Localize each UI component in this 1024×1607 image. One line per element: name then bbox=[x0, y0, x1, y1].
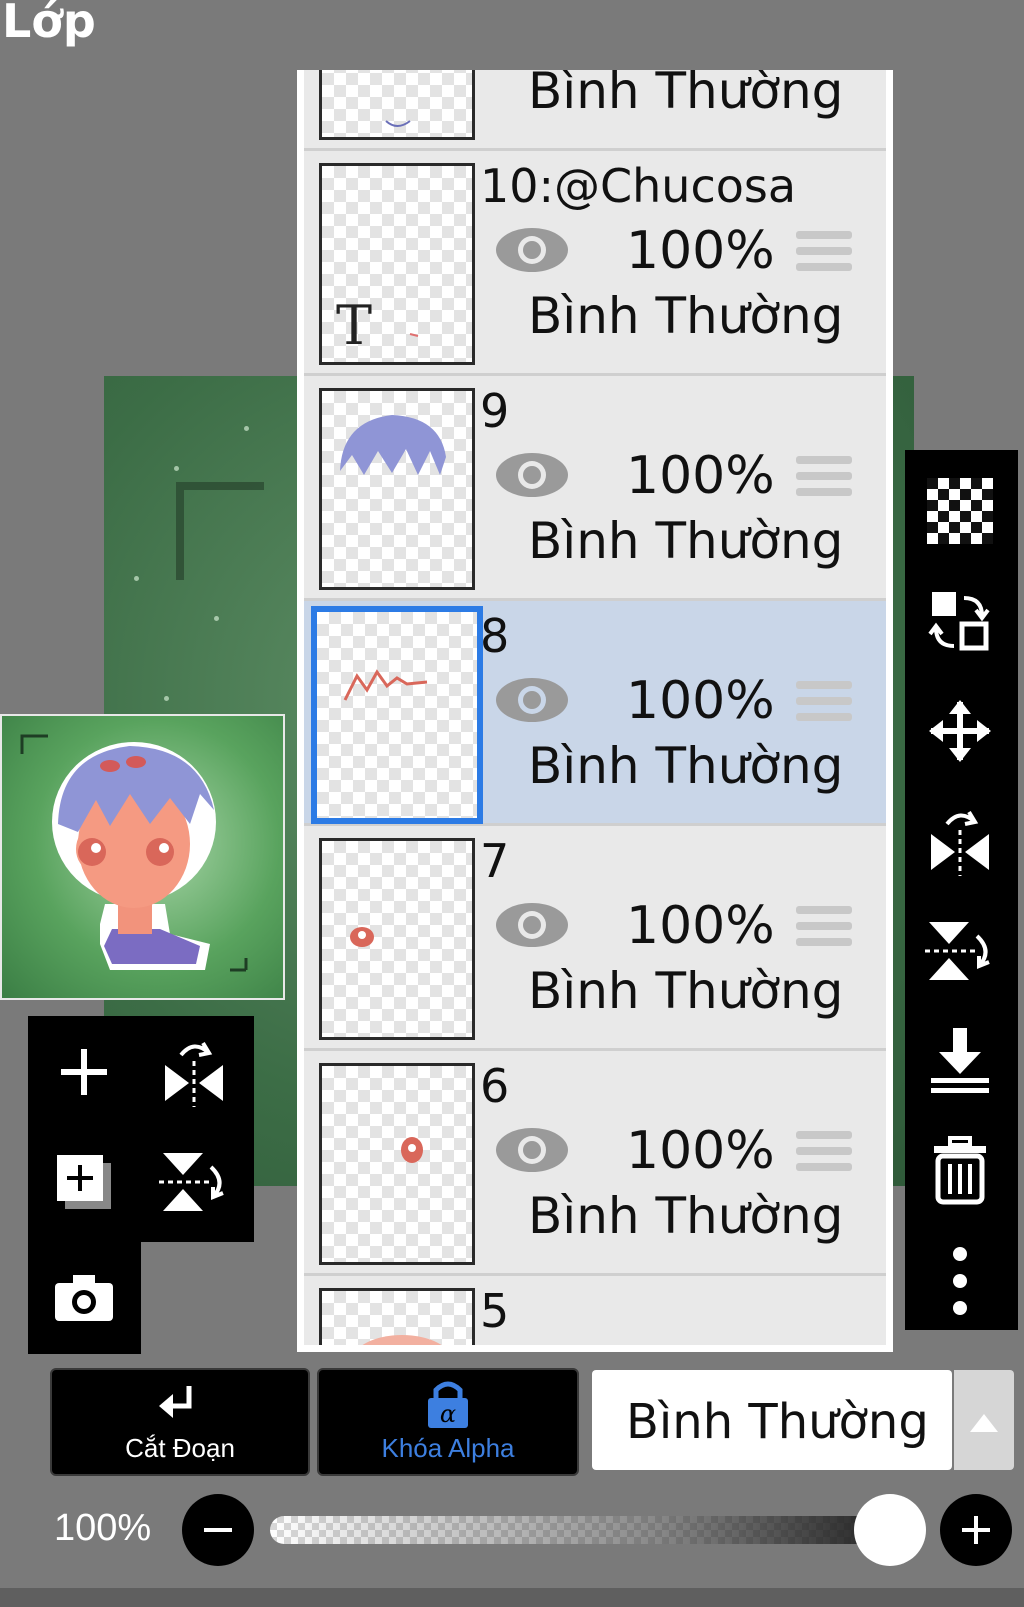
opacity-decrease-button[interactable] bbox=[182, 1494, 254, 1566]
merge-down-icon[interactable] bbox=[923, 1024, 997, 1098]
transparency-icon[interactable] bbox=[923, 474, 997, 548]
layers-panel: Bình Thường T 10:@Chucosa 100% Bình Thườ… bbox=[297, 70, 893, 1352]
layer-thumbnail[interactable] bbox=[319, 838, 475, 1040]
swap-layers-icon[interactable] bbox=[923, 584, 997, 658]
layer-row-5[interactable]: 5 bbox=[304, 1276, 886, 1345]
drag-handle-icon[interactable] bbox=[796, 456, 852, 504]
canvas-preview[interactable] bbox=[0, 714, 285, 1000]
system-bar bbox=[0, 1588, 1024, 1607]
canvas-frame-decoration bbox=[176, 482, 264, 580]
layer-opacity: 100% bbox=[626, 1121, 775, 1181]
opacity-slider-knob[interactable] bbox=[854, 1494, 926, 1566]
camera-icon[interactable] bbox=[44, 1258, 124, 1338]
flip-horizontal-icon[interactable] bbox=[154, 1032, 234, 1112]
layer-row-9[interactable]: 9 100% Bình Thường bbox=[304, 376, 886, 601]
visibility-eye-icon[interactable] bbox=[494, 221, 570, 279]
layer-blend-mode[interactable]: Bình Thường bbox=[528, 512, 843, 570]
clipping-button[interactable]: Cắt Đoạn bbox=[50, 1368, 310, 1476]
alpha-lock-icon: α bbox=[428, 1381, 468, 1428]
plus-icon bbox=[962, 1516, 990, 1544]
clipping-label: Cắt Đoạn bbox=[125, 1433, 235, 1463]
add-layer-icon[interactable] bbox=[44, 1032, 124, 1112]
drag-handle-icon[interactable] bbox=[796, 906, 852, 954]
blend-mode-select[interactable]: Bình Thường bbox=[592, 1370, 952, 1470]
opacity-slider[interactable] bbox=[270, 1516, 910, 1544]
layer-thumbnail[interactable] bbox=[319, 70, 475, 140]
layer-row-8[interactable]: 8 100% Bình Thường bbox=[304, 601, 886, 826]
right-toolbar bbox=[905, 450, 1018, 1330]
opacity-value-label: 100% bbox=[54, 1507, 152, 1549]
layer-row-6[interactable]: 6 100% Bình Thường bbox=[304, 1051, 886, 1276]
layer-name: 6 bbox=[480, 1059, 510, 1113]
character-illustration bbox=[20, 734, 248, 972]
blend-mode-dropdown-button[interactable] bbox=[954, 1370, 1014, 1470]
layer-blend-mode[interactable]: Bình Thường bbox=[528, 737, 843, 795]
layer-thumbnail[interactable]: T bbox=[319, 163, 475, 365]
clip-arrow-icon bbox=[159, 1386, 192, 1418]
layer-name: 5 bbox=[480, 1284, 510, 1338]
more-icon[interactable] bbox=[923, 1244, 997, 1318]
trash-icon[interactable] bbox=[923, 1134, 997, 1208]
layer-name: 9 bbox=[480, 384, 510, 438]
svg-text:α: α bbox=[440, 1400, 456, 1428]
alpha-lock-label: Khóa Alpha bbox=[381, 1433, 515, 1463]
layer-blend-mode[interactable]: Bình Thường bbox=[528, 70, 843, 120]
layer-thumbnail[interactable] bbox=[319, 1063, 475, 1265]
layer-opacity: 100% bbox=[626, 671, 775, 731]
drag-handle-icon[interactable] bbox=[796, 681, 852, 729]
drag-handle-icon[interactable] bbox=[796, 1131, 852, 1179]
alpha-lock-button[interactable]: α Khóa Alpha bbox=[317, 1368, 579, 1476]
layer-name: 7 bbox=[480, 834, 510, 888]
layer-row-7[interactable]: 7 100% Bình Thường bbox=[304, 826, 886, 1051]
layer-blend-mode[interactable]: Bình Thường bbox=[528, 1187, 843, 1245]
layer-thumbnail[interactable] bbox=[311, 606, 483, 824]
visibility-eye-icon[interactable] bbox=[494, 446, 570, 504]
layer-opacity: 100% bbox=[626, 221, 775, 281]
layer-opacity: 100% bbox=[626, 446, 775, 506]
layer-opacity: 100% bbox=[626, 896, 775, 956]
triangle-up-icon bbox=[970, 1414, 998, 1432]
add-copy-layer-icon[interactable] bbox=[44, 1142, 124, 1222]
opacity-increase-button[interactable] bbox=[940, 1494, 1012, 1566]
layer-row[interactable]: Bình Thường bbox=[304, 70, 886, 151]
flip-vertical-icon[interactable] bbox=[154, 1142, 234, 1222]
move-icon[interactable] bbox=[923, 694, 997, 768]
layer-blend-mode[interactable]: Bình Thường bbox=[528, 287, 843, 345]
layer-thumbnail[interactable] bbox=[319, 388, 475, 590]
blend-mode-value: Bình Thường bbox=[626, 1394, 929, 1450]
flip-horizontal-icon[interactable] bbox=[923, 804, 997, 878]
drag-handle-icon[interactable] bbox=[796, 231, 852, 279]
layer-blend-mode[interactable]: Bình Thường bbox=[528, 962, 843, 1020]
flip-vertical-icon[interactable] bbox=[923, 914, 997, 988]
layer-name: 8 bbox=[480, 609, 510, 663]
left-toolbar bbox=[28, 1016, 254, 1242]
left-toolbar-bottom bbox=[28, 1242, 141, 1354]
visibility-eye-icon[interactable] bbox=[494, 1121, 570, 1179]
layer-row-10[interactable]: T 10:@Chucosa 100% Bình Thường bbox=[304, 151, 886, 376]
visibility-eye-icon[interactable] bbox=[494, 671, 570, 729]
page-title: Lớp bbox=[2, 0, 96, 48]
minus-icon bbox=[204, 1528, 232, 1532]
layer-thumbnail[interactable] bbox=[319, 1288, 475, 1345]
layers-list[interactable]: Bình Thường T 10:@Chucosa 100% Bình Thườ… bbox=[304, 70, 886, 1345]
layer-name: 10:@Chucosa bbox=[480, 159, 797, 213]
visibility-eye-icon[interactable] bbox=[494, 896, 570, 954]
